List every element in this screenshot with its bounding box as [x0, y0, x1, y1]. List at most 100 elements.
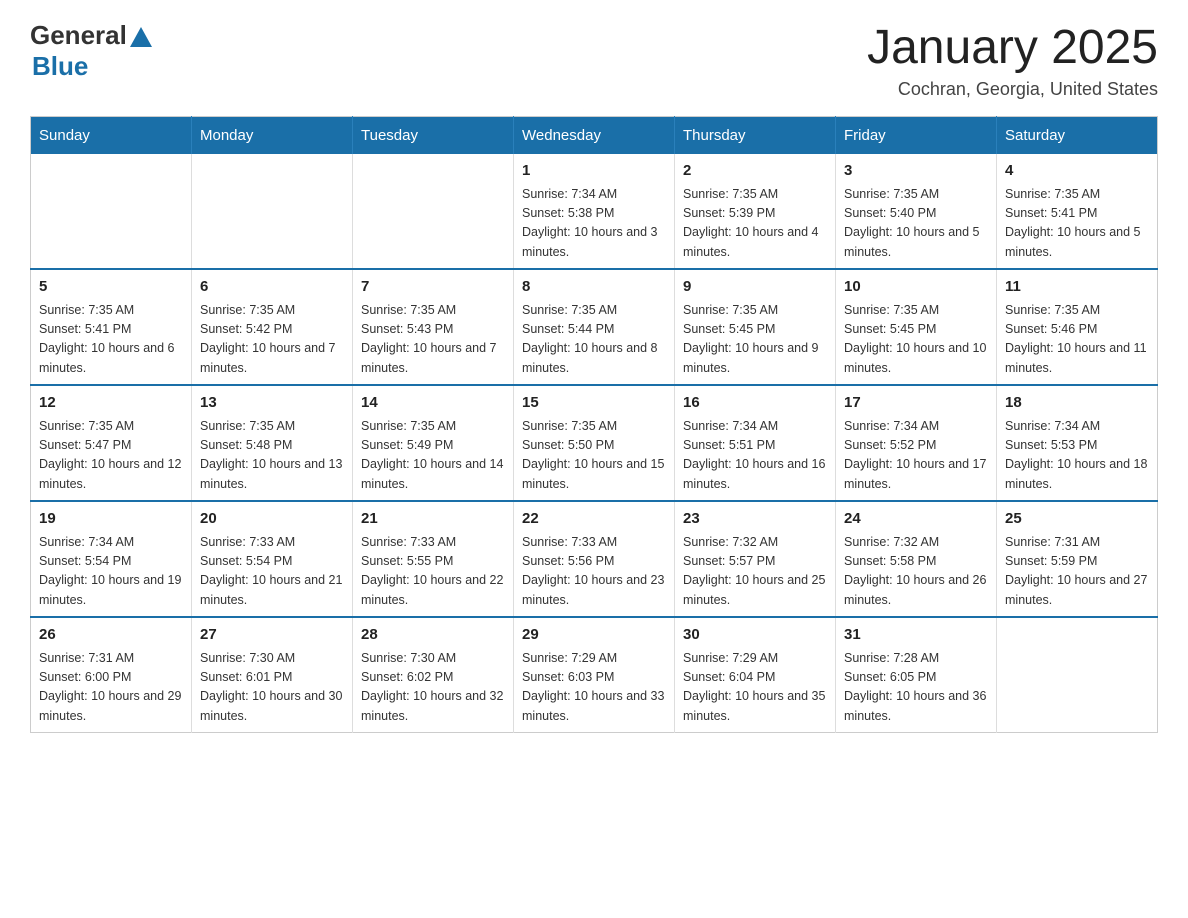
day-number: 26 [39, 624, 183, 647]
day-info: Sunrise: 7:32 AM Sunset: 5:57 PM Dayligh… [683, 533, 827, 611]
day-number: 15 [522, 392, 666, 415]
day-info: Sunrise: 7:30 AM Sunset: 6:02 PM Dayligh… [361, 649, 505, 727]
calendar-cell: 6Sunrise: 7:35 AM Sunset: 5:42 PM Daylig… [192, 269, 353, 385]
calendar-cell: 28Sunrise: 7:30 AM Sunset: 6:02 PM Dayli… [353, 617, 514, 733]
day-number: 30 [683, 624, 827, 647]
day-info: Sunrise: 7:35 AM Sunset: 5:39 PM Dayligh… [683, 185, 827, 263]
calendar-cell: 20Sunrise: 7:33 AM Sunset: 5:54 PM Dayli… [192, 501, 353, 617]
day-number: 1 [522, 160, 666, 183]
day-number: 31 [844, 624, 988, 647]
calendar-table: SundayMondayTuesdayWednesdayThursdayFrid… [30, 116, 1158, 733]
logo-blue-text: Blue [32, 51, 88, 82]
day-number: 9 [683, 276, 827, 299]
day-info: Sunrise: 7:35 AM Sunset: 5:48 PM Dayligh… [200, 417, 344, 495]
day-info: Sunrise: 7:32 AM Sunset: 5:58 PM Dayligh… [844, 533, 988, 611]
calendar-cell: 29Sunrise: 7:29 AM Sunset: 6:03 PM Dayli… [514, 617, 675, 733]
weekday-header-saturday: Saturday [997, 117, 1158, 155]
day-info: Sunrise: 7:34 AM Sunset: 5:53 PM Dayligh… [1005, 417, 1149, 495]
day-number: 6 [200, 276, 344, 299]
weekday-header-row: SundayMondayTuesdayWednesdayThursdayFrid… [31, 117, 1158, 155]
day-number: 21 [361, 508, 505, 531]
day-info: Sunrise: 7:30 AM Sunset: 6:01 PM Dayligh… [200, 649, 344, 727]
calendar-cell: 4Sunrise: 7:35 AM Sunset: 5:41 PM Daylig… [997, 154, 1158, 269]
calendar-header: SundayMondayTuesdayWednesdayThursdayFrid… [31, 117, 1158, 155]
calendar-cell: 3Sunrise: 7:35 AM Sunset: 5:40 PM Daylig… [836, 154, 997, 269]
day-info: Sunrise: 7:35 AM Sunset: 5:44 PM Dayligh… [522, 301, 666, 379]
calendar-cell: 27Sunrise: 7:30 AM Sunset: 6:01 PM Dayli… [192, 617, 353, 733]
calendar-cell: 21Sunrise: 7:33 AM Sunset: 5:55 PM Dayli… [353, 501, 514, 617]
calendar-week-1: 5Sunrise: 7:35 AM Sunset: 5:41 PM Daylig… [31, 269, 1158, 385]
calendar-cell: 31Sunrise: 7:28 AM Sunset: 6:05 PM Dayli… [836, 617, 997, 733]
day-number: 2 [683, 160, 827, 183]
day-info: Sunrise: 7:35 AM Sunset: 5:41 PM Dayligh… [1005, 185, 1149, 263]
calendar-week-2: 12Sunrise: 7:35 AM Sunset: 5:47 PM Dayli… [31, 385, 1158, 501]
calendar-cell: 25Sunrise: 7:31 AM Sunset: 5:59 PM Dayli… [997, 501, 1158, 617]
day-number: 20 [200, 508, 344, 531]
calendar-cell [353, 154, 514, 269]
day-number: 10 [844, 276, 988, 299]
day-number: 4 [1005, 160, 1149, 183]
day-info: Sunrise: 7:35 AM Sunset: 5:40 PM Dayligh… [844, 185, 988, 263]
calendar-cell: 26Sunrise: 7:31 AM Sunset: 6:00 PM Dayli… [31, 617, 192, 733]
calendar-cell: 11Sunrise: 7:35 AM Sunset: 5:46 PM Dayli… [997, 269, 1158, 385]
day-info: Sunrise: 7:34 AM Sunset: 5:52 PM Dayligh… [844, 417, 988, 495]
day-info: Sunrise: 7:29 AM Sunset: 6:04 PM Dayligh… [683, 649, 827, 727]
logo: General Blue [30, 20, 152, 82]
day-number: 16 [683, 392, 827, 415]
day-number: 29 [522, 624, 666, 647]
weekday-header-thursday: Thursday [675, 117, 836, 155]
day-info: Sunrise: 7:34 AM Sunset: 5:54 PM Dayligh… [39, 533, 183, 611]
day-info: Sunrise: 7:35 AM Sunset: 5:46 PM Dayligh… [1005, 301, 1149, 379]
calendar-cell: 18Sunrise: 7:34 AM Sunset: 5:53 PM Dayli… [997, 385, 1158, 501]
day-number: 18 [1005, 392, 1149, 415]
calendar-cell: 5Sunrise: 7:35 AM Sunset: 5:41 PM Daylig… [31, 269, 192, 385]
day-number: 23 [683, 508, 827, 531]
calendar-cell: 10Sunrise: 7:35 AM Sunset: 5:45 PM Dayli… [836, 269, 997, 385]
day-number: 27 [200, 624, 344, 647]
calendar-cell: 23Sunrise: 7:32 AM Sunset: 5:57 PM Dayli… [675, 501, 836, 617]
day-number: 5 [39, 276, 183, 299]
weekday-header-friday: Friday [836, 117, 997, 155]
day-number: 8 [522, 276, 666, 299]
day-info: Sunrise: 7:35 AM Sunset: 5:50 PM Dayligh… [522, 417, 666, 495]
day-info: Sunrise: 7:35 AM Sunset: 5:41 PM Dayligh… [39, 301, 183, 379]
day-info: Sunrise: 7:33 AM Sunset: 5:56 PM Dayligh… [522, 533, 666, 611]
calendar-week-3: 19Sunrise: 7:34 AM Sunset: 5:54 PM Dayli… [31, 501, 1158, 617]
calendar-cell: 2Sunrise: 7:35 AM Sunset: 5:39 PM Daylig… [675, 154, 836, 269]
day-info: Sunrise: 7:29 AM Sunset: 6:03 PM Dayligh… [522, 649, 666, 727]
day-number: 19 [39, 508, 183, 531]
title-area: January 2025 Cochran, Georgia, United St… [867, 20, 1158, 100]
page-subtitle: Cochran, Georgia, United States [867, 79, 1158, 100]
calendar-week-4: 26Sunrise: 7:31 AM Sunset: 6:00 PM Dayli… [31, 617, 1158, 733]
calendar-week-0: 1Sunrise: 7:34 AM Sunset: 5:38 PM Daylig… [31, 154, 1158, 269]
calendar-cell: 9Sunrise: 7:35 AM Sunset: 5:45 PM Daylig… [675, 269, 836, 385]
calendar-cell: 22Sunrise: 7:33 AM Sunset: 5:56 PM Dayli… [514, 501, 675, 617]
day-info: Sunrise: 7:35 AM Sunset: 5:49 PM Dayligh… [361, 417, 505, 495]
calendar-cell: 30Sunrise: 7:29 AM Sunset: 6:04 PM Dayli… [675, 617, 836, 733]
calendar-cell: 14Sunrise: 7:35 AM Sunset: 5:49 PM Dayli… [353, 385, 514, 501]
day-info: Sunrise: 7:33 AM Sunset: 5:54 PM Dayligh… [200, 533, 344, 611]
calendar-cell: 13Sunrise: 7:35 AM Sunset: 5:48 PM Dayli… [192, 385, 353, 501]
day-number: 13 [200, 392, 344, 415]
weekday-header-monday: Monday [192, 117, 353, 155]
calendar-cell: 24Sunrise: 7:32 AM Sunset: 5:58 PM Dayli… [836, 501, 997, 617]
day-info: Sunrise: 7:31 AM Sunset: 5:59 PM Dayligh… [1005, 533, 1149, 611]
calendar-cell: 7Sunrise: 7:35 AM Sunset: 5:43 PM Daylig… [353, 269, 514, 385]
header: General Blue January 2025 Cochran, Georg… [30, 20, 1158, 100]
page-title: January 2025 [867, 20, 1158, 75]
calendar-cell [192, 154, 353, 269]
weekday-header-tuesday: Tuesday [353, 117, 514, 155]
calendar-body: 1Sunrise: 7:34 AM Sunset: 5:38 PM Daylig… [31, 154, 1158, 733]
day-info: Sunrise: 7:31 AM Sunset: 6:00 PM Dayligh… [39, 649, 183, 727]
day-info: Sunrise: 7:35 AM Sunset: 5:45 PM Dayligh… [683, 301, 827, 379]
day-number: 14 [361, 392, 505, 415]
day-info: Sunrise: 7:35 AM Sunset: 5:43 PM Dayligh… [361, 301, 505, 379]
day-info: Sunrise: 7:34 AM Sunset: 5:38 PM Dayligh… [522, 185, 666, 263]
day-number: 12 [39, 392, 183, 415]
day-info: Sunrise: 7:33 AM Sunset: 5:55 PM Dayligh… [361, 533, 505, 611]
day-info: Sunrise: 7:28 AM Sunset: 6:05 PM Dayligh… [844, 649, 988, 727]
calendar-cell: 1Sunrise: 7:34 AM Sunset: 5:38 PM Daylig… [514, 154, 675, 269]
day-number: 22 [522, 508, 666, 531]
calendar-cell [997, 617, 1158, 733]
calendar-cell: 17Sunrise: 7:34 AM Sunset: 5:52 PM Dayli… [836, 385, 997, 501]
